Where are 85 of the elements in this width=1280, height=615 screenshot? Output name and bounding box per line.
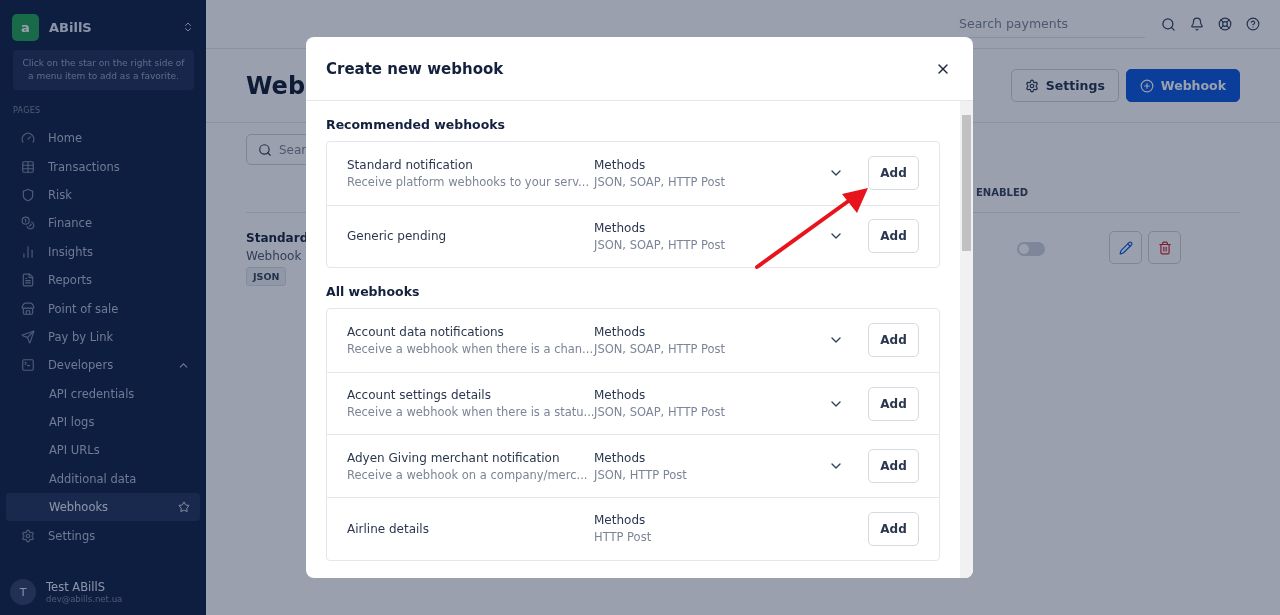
webhook-name: Standard notification <box>347 157 474 172</box>
edit-button[interactable] <box>1109 231 1142 264</box>
add-button[interactable]: Add <box>868 449 919 484</box>
sidebar-item[interactable]: Risk <box>6 180 200 210</box>
methods-value: JSON, HTTP Post <box>594 467 688 482</box>
lifebuoy-icon[interactable] <box>1218 17 1232 31</box>
column-header: ENABLED <box>976 187 1030 200</box>
methods-value: JSON, SOAP, HTTP Post <box>594 405 727 420</box>
user-avatar[interactable]: T <box>10 579 36 605</box>
webhook-name: Adyen Giving merchant notification <box>347 450 561 465</box>
webhook-description: Receive platform webhooks to your serv... <box>347 174 591 189</box>
sidebar-item[interactable]: Webhooks <box>6 493 200 522</box>
brand-logo: a <box>12 13 39 41</box>
dialog-title: Create new webhook <box>326 59 504 78</box>
add-button[interactable]: Add <box>868 219 919 254</box>
add-webhook-button[interactable]: Webhook <box>1125 69 1240 102</box>
methods-label: Methods <box>594 325 647 339</box>
webhook-description: Receive a webhook on a company/merc... <box>347 467 589 482</box>
search-icon[interactable] <box>1161 16 1176 32</box>
webhook-description: Receive a webhook when there is a statu... <box>347 405 594 420</box>
pencil-icon <box>1118 240 1133 255</box>
add-button[interactable]: Add <box>868 156 919 191</box>
webhook-name: Airline details <box>347 521 430 536</box>
sidebar-item[interactable]: Finance <box>6 209 200 238</box>
add-button[interactable]: Add <box>868 511 919 546</box>
methods-label: Methods <box>594 157 647 172</box>
brand-name: ABillS <box>49 19 93 35</box>
favorites-hint: Click on the star on the right side of a menu item to add as a favorite. <box>13 50 194 90</box>
sidebar-item[interactable]: Additional data <box>6 464 200 494</box>
methods-label: Methods <box>594 450 647 465</box>
star-icon[interactable] <box>178 501 190 514</box>
webhook-name: Standard <box>246 231 309 245</box>
sidebar-item[interactable]: Pay by Link <box>6 322 200 352</box>
methods-label: Methods <box>594 513 647 528</box>
help-icon[interactable] <box>1246 17 1260 31</box>
methods-value: JSON, SOAP, HTTP Post <box>594 237 727 252</box>
gauge-icon <box>21 131 35 146</box>
table-icon <box>21 159 35 174</box>
section-title: All webhooks <box>326 284 421 300</box>
scrollbar[interactable] <box>960 101 973 578</box>
section-label: PAGES <box>13 106 42 115</box>
switcher-icon[interactable] <box>182 21 194 33</box>
sidebar-item[interactable]: Reports <box>6 265 200 295</box>
webhook-name: Generic pending <box>347 229 448 244</box>
terminal-icon <box>21 358 35 373</box>
sidebar-item[interactable]: Settings <box>6 521 200 550</box>
methods-label: Methods <box>594 220 647 235</box>
methods-value: JSON, SOAP, HTTP Post <box>594 174 727 189</box>
bell-icon[interactable] <box>1190 17 1204 31</box>
enabled-toggle[interactable] <box>1017 242 1045 256</box>
webhook-type: Webhook <box>246 249 302 263</box>
settings-button[interactable]: Settings <box>1010 69 1119 102</box>
user-email: dev@abills.net.ua <box>46 594 123 604</box>
settings-icon <box>21 528 35 543</box>
search-icon <box>258 142 272 157</box>
sidebar-item[interactable]: Developers <box>6 351 200 380</box>
trash-icon <box>1157 240 1172 255</box>
sidebar-item[interactable]: Transactions <box>6 152 200 181</box>
methods-value: HTTP Post <box>594 530 653 545</box>
gear-icon <box>1024 78 1039 93</box>
sidebar-item[interactable]: Insights <box>6 237 200 266</box>
sidebar-item[interactable]: API credentials <box>6 379 200 408</box>
webhook-name: Account data notifications <box>347 325 505 339</box>
sidebar-item[interactable]: API URLs <box>6 436 200 465</box>
bar-chart-icon <box>21 244 35 259</box>
delete-button[interactable] <box>1148 231 1181 264</box>
document-icon <box>21 273 35 288</box>
user-name: Test ABillS <box>46 580 106 594</box>
webhook-description: Receive a webhook when there is a chan... <box>347 342 594 356</box>
shield-icon <box>21 187 35 202</box>
methods-label: Methods <box>594 388 647 403</box>
format-tag: JSON <box>246 267 287 286</box>
add-button[interactable]: Add <box>868 323 919 358</box>
paper-plane-icon <box>21 329 35 344</box>
sidebar-item[interactable]: Point of sale <box>6 294 200 323</box>
coins-icon <box>21 216 35 231</box>
plus-circle-icon <box>1139 78 1154 93</box>
add-button[interactable]: Add <box>868 386 919 421</box>
methods-value: JSON, SOAP, HTTP Post <box>594 342 727 356</box>
store-icon <box>21 301 35 316</box>
page-title: Web <box>246 71 306 100</box>
section-title: Recommended webhooks <box>326 117 507 132</box>
sidebar-item[interactable]: Home <box>6 124 200 153</box>
sidebar-item[interactable]: API logs <box>6 407 200 437</box>
webhook-name: Account settings details <box>347 388 492 403</box>
